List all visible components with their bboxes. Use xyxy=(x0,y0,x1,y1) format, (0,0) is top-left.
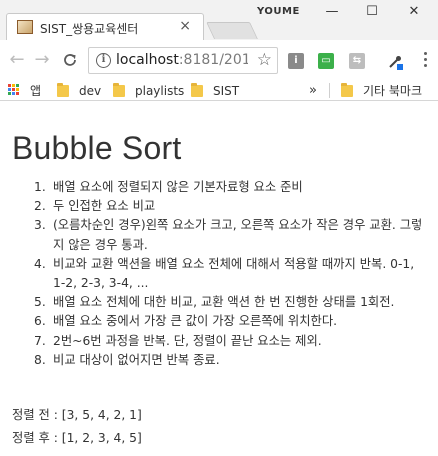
before-sort-text: 정렬 전 : [3, 5, 4, 2, 1] xyxy=(12,408,142,422)
list-item: 2. 두 인접한 요소 비교 xyxy=(34,197,428,216)
url-text[interactable]: localhost:8181/201... xyxy=(116,52,248,68)
url-path: :8181/201... xyxy=(178,52,248,68)
bookmark-playlists[interactable]: playlists xyxy=(113,83,184,99)
list-item: 7. 2번~6번 과정을 반복. 단, 정렬이 끝난 요소는 제외. xyxy=(34,332,428,351)
reload-icon xyxy=(64,54,76,66)
tab-close-icon[interactable]: × xyxy=(179,18,191,34)
forward-button[interactable]: → xyxy=(31,49,53,71)
info-icon[interactable]: i xyxy=(96,53,111,68)
step-number: 1. xyxy=(34,180,46,194)
other-bookmarks-label: 기타 북마크 xyxy=(363,84,423,98)
after-sort-text: 정렬 후 : [1, 2, 3, 4, 5] xyxy=(12,431,142,445)
new-tab-button[interactable] xyxy=(206,22,258,39)
folder-icon xyxy=(57,83,69,97)
bookmarks-bar: 앱 dev playlists SIST » 기타 북마크 xyxy=(0,80,438,101)
bookmark-dev[interactable]: dev xyxy=(57,83,101,99)
bookmarks-divider xyxy=(329,83,330,98)
bookmark-label: playlists xyxy=(135,84,185,98)
step-number: 7. xyxy=(34,333,46,348)
maximize-button[interactable]: ☐ xyxy=(358,2,386,22)
bookmark-label: SIST xyxy=(213,84,240,98)
list-item: 6. 배열 요소 중에서 가장 큰 값이 가장 오른쪽에 위치한다. xyxy=(34,312,428,331)
bookmark-sist[interactable]: SIST xyxy=(191,83,239,99)
extension-info-icon[interactable]: i xyxy=(288,53,304,69)
minimize-button[interactable]: — xyxy=(318,2,346,22)
browser-toolbar: ← → i localhost:8181/201... ☆ i ▭ ⇆ xyxy=(0,40,438,80)
eyedropper-icon[interactable] xyxy=(386,53,404,70)
browser-menu-icon[interactable] xyxy=(420,49,430,71)
step-text: 배열 요소 전체에 대한 비교, 교환 액션 한 번 진행한 상태를 1회전. xyxy=(53,295,395,310)
profile-name[interactable]: YOUME xyxy=(257,6,300,17)
title-bar: SIST_쌍용교육센터 × YOUME — ☐ ✕ xyxy=(0,0,438,41)
close-window-button[interactable]: ✕ xyxy=(400,2,428,22)
step-number: 8. xyxy=(34,352,46,367)
step-number: 6. xyxy=(34,314,46,329)
folder-icon xyxy=(113,83,125,97)
folder-icon xyxy=(191,83,203,97)
tab-title: SIST_쌍용교육센터 xyxy=(40,22,139,36)
other-bookmarks[interactable]: 기타 북마크 xyxy=(341,83,422,99)
step-text: 비교와 교환 액션을 배열 요소 전체에 대해서 적용할 때까지 반복. 0-1… xyxy=(53,256,415,291)
list-item: 5. 배열 요소 전체에 대한 비교, 교환 액션 한 번 진행한 상태를 1회전… xyxy=(34,293,428,312)
page-title: Bubble Sort xyxy=(12,130,182,166)
apps-icon[interactable] xyxy=(8,84,20,96)
step-number: 4. xyxy=(34,256,46,271)
back-button[interactable]: ← xyxy=(6,49,28,71)
list-item: 8. 비교 대상이 없어지면 반복 종료. xyxy=(34,351,428,370)
extension-gray-icon[interactable]: ⇆ xyxy=(349,53,365,69)
extension-green-icon[interactable]: ▭ xyxy=(318,53,334,69)
step-text: 2번~6번 과정을 반복. 단, 정렬이 끝난 요소는 제외. xyxy=(53,333,322,348)
site-favicon-icon xyxy=(17,20,33,34)
step-text: 배열 요소 중에서 가장 큰 값이 가장 오른쪽에 위치한다. xyxy=(53,314,338,329)
step-text: 비교 대상이 없어지면 반복 종료. xyxy=(53,352,220,367)
step-text: 배열 요소에 정렬되지 않은 기본자료형 요소 준비 xyxy=(53,180,303,194)
folder-icon xyxy=(341,83,353,97)
step-text: 두 인접한 요소 비교 xyxy=(53,199,156,214)
address-bar[interactable]: i localhost:8181/201... ☆ xyxy=(88,47,278,74)
page-content: Bubble Sort 1. 배열 요소에 정렬되지 않은 기본자료형 요소 준비… xyxy=(0,102,438,456)
bookmark-apps[interactable]: 앱 xyxy=(30,83,41,99)
bookmark-star-icon[interactable]: ☆ xyxy=(257,50,272,70)
step-number: 5. xyxy=(34,295,46,310)
step-text: (오름차순인 경우)왼쪽 요소가 크고, 오른쪽 요소가 작은 경우 교환. 그… xyxy=(53,218,423,252)
list-item: 1. 배열 요소에 정렬되지 않은 기본자료형 요소 준비 xyxy=(34,178,428,197)
bookmarks-overflow-button[interactable]: » xyxy=(309,83,317,99)
reload-button[interactable] xyxy=(59,49,81,71)
step-number: 2. xyxy=(34,199,46,214)
browser-tab[interactable]: SIST_쌍용교육센터 × xyxy=(6,13,204,41)
list-item: 4. 비교와 교환 액션을 배열 요소 전체에 대해서 적용할 때까지 반복. 0… xyxy=(34,255,428,293)
url-host: localhost xyxy=(116,52,179,68)
steps-list: 1. 배열 요소에 정렬되지 않은 기본자료형 요소 준비 2. 두 인접한 요소 … xyxy=(34,178,428,370)
bookmark-label: dev xyxy=(79,84,102,98)
step-number: 3. xyxy=(34,218,46,233)
list-item: 3. (오름차순인 경우)왼쪽 요소가 크고, 오른쪽 요소가 작은 경우 교환.… xyxy=(34,216,428,254)
